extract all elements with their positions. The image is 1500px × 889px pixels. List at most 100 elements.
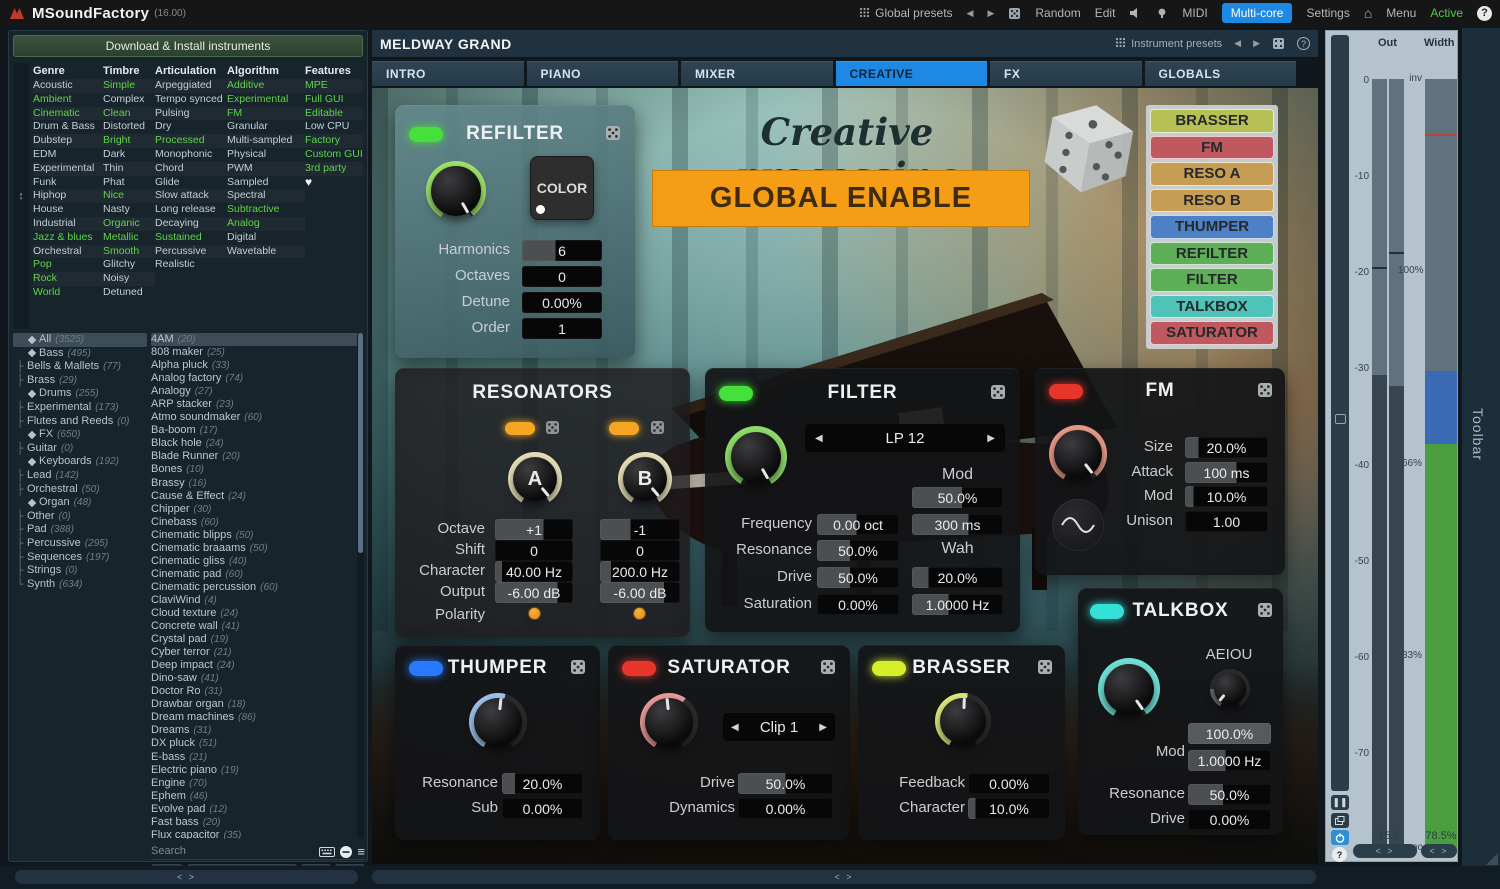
expand-icon[interactable]: [28, 499, 36, 507]
preset-item[interactable]: Cinebass (60): [151, 516, 359, 529]
filter-item[interactable]: Nice: [103, 189, 155, 203]
filter-item[interactable]: Phat: [103, 176, 155, 190]
preset-item[interactable]: Analogy (27): [151, 385, 359, 398]
module-button[interactable]: TALKBOX: [1150, 295, 1274, 319]
preset-item[interactable]: Ba-boom (17): [151, 424, 359, 437]
tree-item[interactable]: └ Synth (634): [13, 578, 147, 592]
meter-help-icon[interactable]: ?: [1332, 847, 1347, 862]
module-button[interactable]: SATURATOR: [1150, 321, 1274, 345]
edit-button[interactable]: Edit: [1095, 6, 1116, 20]
preset-item[interactable]: Alpha pluck (33): [151, 359, 359, 372]
saturator-drive-value[interactable]: 50.0%: [738, 773, 833, 794]
preset-item[interactable]: Dino-saw (41): [151, 672, 359, 685]
preset-item[interactable]: Cinematic pad (60): [151, 568, 359, 581]
filter-item[interactable]: Full GUI: [305, 93, 363, 107]
tree-item[interactable]: ├ Flutes and Reeds (0): [13, 415, 147, 429]
filter-item[interactable]: Pop: [33, 258, 103, 272]
preset-item[interactable]: E-bass (21): [151, 751, 359, 764]
talkbox-vowel-knob[interactable]: [1210, 669, 1250, 709]
filter-item[interactable]: Arpeggiated: [155, 79, 227, 93]
filter-item[interactable]: Granular: [227, 120, 305, 134]
filter-item[interactable]: Ambient: [33, 93, 103, 107]
preset-item[interactable]: Atmo soundmaker (60): [151, 411, 359, 424]
midi-button[interactable]: MIDI: [1182, 6, 1207, 20]
fm-size-value[interactable]: 20.0%: [1185, 437, 1268, 458]
audio-icon[interactable]: [1129, 7, 1142, 19]
filter-item[interactable]: Additive: [227, 79, 305, 93]
menu-icon[interactable]: ≡: [357, 844, 365, 859]
filter-item[interactable]: Thin: [103, 162, 155, 176]
filter-item[interactable]: Industrial: [33, 217, 103, 231]
module-button[interactable]: FILTER: [1150, 268, 1274, 292]
expand-icon[interactable]: [28, 390, 36, 398]
instr-preset-next[interactable]: ▶: [1253, 38, 1260, 49]
filter-wah-value[interactable]: 20.0%: [912, 567, 1003, 588]
filter-item[interactable]: FM: [227, 107, 305, 121]
brasser-character-value[interactable]: 10.0%: [968, 798, 1050, 819]
preset-item[interactable]: Black hole (24): [151, 437, 359, 450]
global-enable-button[interactable]: GLOBAL ENABLE: [652, 170, 1030, 227]
dropdown-left-arrow[interactable]: ◀: [815, 433, 823, 444]
filter-frequency-value[interactable]: 0.00 oct: [817, 514, 899, 535]
tree-item[interactable]: ├ Lead (142): [13, 469, 147, 483]
filter-item[interactable]: Dry: [155, 120, 227, 134]
popup-window-button[interactable]: [1331, 813, 1349, 828]
thumper-dice-icon[interactable]: [570, 659, 586, 675]
filter-item[interactable]: Experimental: [227, 93, 305, 107]
filter-item[interactable]: Dark: [103, 148, 155, 162]
brasser-feedback-value[interactable]: 0.00%: [968, 773, 1050, 794]
filter-item[interactable]: Orchestral: [33, 245, 103, 259]
main-hscrollbar[interactable]: < >: [372, 870, 1316, 884]
resonator-a-toggle[interactable]: [505, 422, 535, 435]
refilter-randomize-dice-icon[interactable]: [605, 125, 621, 141]
multi-core-button[interactable]: Multi-core: [1222, 3, 1293, 23]
dropdown-right-arrow[interactable]: ▶: [987, 433, 995, 444]
preset-prev-button[interactable]: ◀: [967, 8, 974, 19]
res-b-polarity-dot[interactable]: [633, 607, 646, 620]
keyboard-icon[interactable]: [319, 847, 335, 857]
filter-item[interactable]: Jazz & blues: [33, 231, 103, 245]
thumper-resonance-value[interactable]: 20.0%: [502, 773, 583, 794]
brasser-dice-icon[interactable]: [1037, 659, 1053, 675]
filter-mod-value[interactable]: 50.0%: [912, 487, 1003, 508]
module-button[interactable]: FM: [1150, 136, 1274, 160]
instr-random-dice-icon[interactable]: [1272, 37, 1285, 50]
filter-dice-icon[interactable]: [990, 384, 1006, 400]
meter-hscrollbar-left[interactable]: < >: [1353, 844, 1417, 858]
preset-item[interactable]: Doctor Ro (31): [151, 685, 359, 698]
preset-item[interactable]: Ephem (46): [151, 790, 359, 803]
filter-item[interactable]: Digital: [227, 231, 305, 245]
preset-item[interactable]: ClaviWind (4): [151, 594, 359, 607]
resonator-b-knob[interactable]: B: [618, 452, 672, 506]
res-b-character-value[interactable]: 200.0 Hz: [600, 561, 680, 582]
filter-item[interactable]: Pulsing: [155, 107, 227, 121]
tree-item[interactable]: ├ Percussive (295): [13, 537, 147, 551]
thumper-main-knob[interactable]: [469, 693, 527, 751]
filter-drive-value[interactable]: 50.0%: [817, 567, 899, 588]
filter-item[interactable]: Glitchy: [103, 258, 155, 272]
filter-item[interactable]: Noisy: [103, 272, 155, 286]
resonator-b-dice-icon[interactable]: [650, 420, 665, 435]
preset-item[interactable]: Cause & Effect (24): [151, 490, 359, 503]
filter-item[interactable]: Percussive: [155, 245, 227, 259]
res-b-octave-value[interactable]: -1: [600, 519, 680, 540]
filter-item[interactable]: Detuned: [103, 286, 155, 300]
clear-filter-icon[interactable]: [339, 845, 353, 859]
fm-attack-value[interactable]: 100 ms: [1185, 462, 1268, 483]
preset-item[interactable]: Evolve pad (12): [151, 803, 359, 816]
random-preset-dice-icon[interactable]: [1008, 7, 1021, 20]
filter-item[interactable]: Wavetable: [227, 245, 305, 259]
tree-item[interactable]: Bass (495): [13, 347, 147, 361]
brasser-main-knob[interactable]: [935, 693, 991, 749]
resize-grip[interactable]: [1486, 853, 1498, 865]
preset-item[interactable]: Concrete wall (41): [151, 620, 359, 633]
filter-item[interactable]: Low CPU: [305, 120, 363, 134]
preset-next-button[interactable]: ▶: [987, 8, 994, 19]
filter-item[interactable]: World: [33, 286, 103, 300]
fm-shape-button[interactable]: [1052, 499, 1104, 551]
preset-item[interactable]: Analog factory (74): [151, 372, 359, 385]
meter-slider-icon[interactable]: [1335, 414, 1346, 424]
module-button[interactable]: BRASSER: [1150, 109, 1274, 133]
talkbox-dice-icon[interactable]: [1257, 602, 1273, 618]
preset-item[interactable]: ARP stacker (23): [151, 398, 359, 411]
